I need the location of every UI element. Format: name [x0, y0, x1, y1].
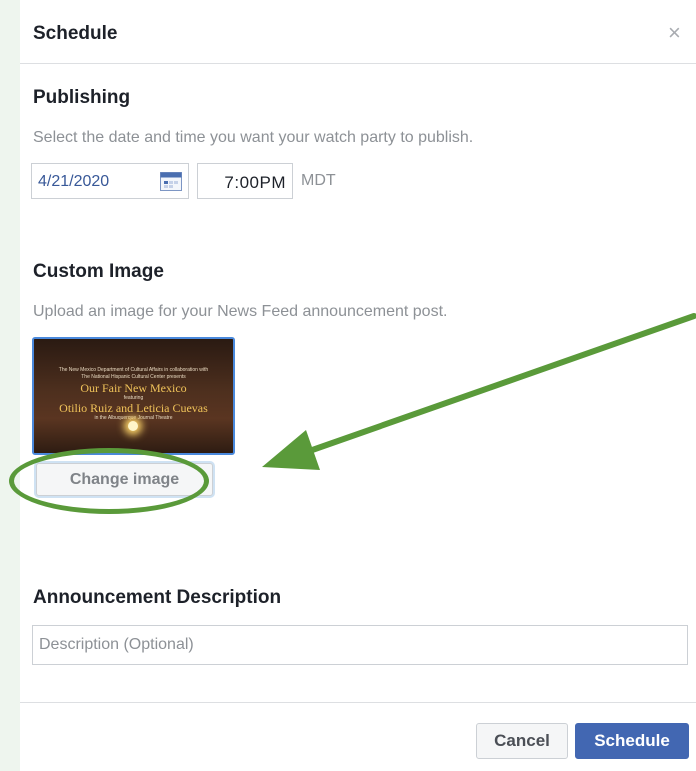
arrow-shaft	[295, 313, 696, 458]
arrow-head	[262, 430, 320, 470]
annotation-arrow	[262, 313, 696, 470]
